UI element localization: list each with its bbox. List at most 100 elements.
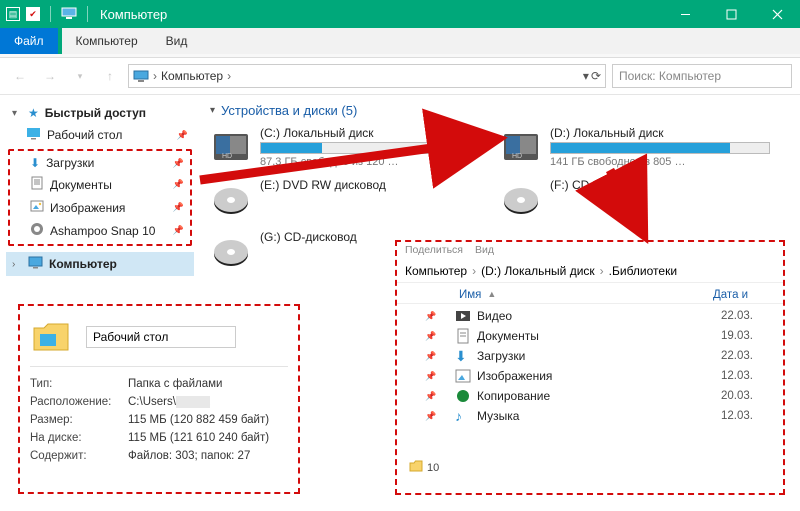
minimize-button[interactable] xyxy=(662,0,708,28)
drive-bar xyxy=(550,142,770,154)
drive-hdd-icon: HD xyxy=(210,126,252,168)
sidebar-item-computer[interactable]: › Компьютер xyxy=(6,252,194,276)
search-placeholder: Поиск: Компьютер xyxy=(619,69,721,83)
drive-title: (D:) Локальный диск xyxy=(550,126,770,140)
folder-icon xyxy=(30,316,72,358)
sidebar-item-desktop[interactable]: Рабочий стол 📌 xyxy=(6,123,194,147)
image-icon xyxy=(30,199,44,216)
prop-type-label: Тип: xyxy=(30,378,120,390)
drive-f[interactable]: (F:) CD-дисковод xyxy=(500,178,770,220)
sidebar-item-pictures[interactable]: Изображения 📌 xyxy=(10,196,190,219)
breadcrumb[interactable]: › Компьютер › ▾⟳ xyxy=(128,64,606,88)
properties-panel: Тип:Папка с файлами Расположение:C:\User… xyxy=(18,304,300,494)
nav-forward-button[interactable]: → xyxy=(38,64,62,88)
pin-icon: 📌 xyxy=(177,130,188,141)
drive-subtitle: 87,3 ГБ свободно из 120 … xyxy=(260,156,480,168)
pin-icon: 📌 xyxy=(425,331,437,342)
library-breadcrumb[interactable]: Компьютер› (D:) Локальный диск› .Библиот… xyxy=(397,260,783,283)
ribbon-tab-view[interactable]: Вид xyxy=(152,28,202,54)
drive-cd-icon xyxy=(210,230,252,272)
library-row[interactable]: 📌♪Музыка12.03. xyxy=(425,406,775,426)
breadcrumb-item[interactable]: Компьютер xyxy=(161,69,223,83)
star-icon: ★ xyxy=(28,106,39,120)
sidebar-item-documents[interactable]: Документы 📌 xyxy=(10,173,190,196)
column-date[interactable]: Дата и xyxy=(713,289,775,301)
sidebar-item-ashampoo[interactable]: Ashampoo Snap 10 📌 xyxy=(10,219,190,242)
prop-contains-value: Файлов: 303; папок: 27 xyxy=(128,450,250,462)
svg-text:HD: HD xyxy=(222,153,232,160)
nav-back-button[interactable]: ← xyxy=(8,64,32,88)
library-row[interactable]: 📌Видео22.03. xyxy=(425,306,775,326)
chevron-down-icon: ▾ xyxy=(12,108,22,119)
drive-d[interactable]: HD (D:) Локальный диск 141 ГБ свободно и… xyxy=(500,126,770,168)
prop-size-value: 115 МБ (120 882 459 байт) xyxy=(128,414,269,426)
pin-icon: 📌 xyxy=(173,225,184,236)
library-column-headers[interactable]: Имя ▲ Дата и xyxy=(397,283,783,304)
computer-icon xyxy=(133,68,149,84)
library-row[interactable]: 📌⬇Загрузки22.03. xyxy=(425,346,775,366)
drive-c[interactable]: HD (C:) Локальный диск 87,3 ГБ свободно … xyxy=(210,126,480,168)
breadcrumb-item[interactable]: Компьютер xyxy=(405,264,467,278)
drive-e[interactable]: (E:) DVD RW дисковод xyxy=(210,178,480,220)
sidebar-highlight-box: ⬇ Загрузки 📌 Документы 📌 Изображения 📌 A… xyxy=(8,149,192,246)
column-name[interactable]: Имя xyxy=(459,289,481,301)
document-icon xyxy=(455,328,471,344)
library-subwindow: Поделиться Вид Компьютер› (D:) Локальный… xyxy=(395,240,785,495)
sidebar-quick-access[interactable]: ▾ ★ Быстрый доступ xyxy=(6,103,194,123)
breadcrumb-item[interactable]: (D:) Локальный диск xyxy=(481,264,595,278)
qat-check-icon[interactable]: ✔ xyxy=(26,7,40,21)
sidebar-item-downloads[interactable]: ⬇ Загрузки 📌 xyxy=(10,153,190,173)
pin-icon: 📌 xyxy=(425,311,437,322)
chevron-down-icon: ▾ xyxy=(210,105,215,116)
pin-icon: 📌 xyxy=(425,411,437,422)
library-ribbon: Поделиться Вид xyxy=(397,242,783,260)
window-title: Компьютер xyxy=(100,7,167,22)
sort-up-icon: ▲ xyxy=(487,289,496,301)
close-button[interactable] xyxy=(754,0,800,28)
qat-properties-icon[interactable]: ▤ xyxy=(6,7,20,21)
maximize-button[interactable] xyxy=(708,0,754,28)
chevron-down-icon[interactable]: ▾ xyxy=(583,69,589,83)
ribbon-file-tab[interactable]: Файл xyxy=(0,28,58,54)
pin-icon: 📌 xyxy=(425,351,437,362)
pin-icon: 📌 xyxy=(425,371,437,382)
prop-contains-label: Содержит: xyxy=(30,450,120,462)
video-icon xyxy=(455,308,471,324)
breadcrumb-item[interactable]: .Библиотеки xyxy=(609,264,677,278)
folder-small-icon xyxy=(409,460,423,475)
chevron-right-icon: › xyxy=(153,69,157,83)
drive-title: (F:) CD-дисковод xyxy=(550,178,770,192)
svg-text:HD: HD xyxy=(512,153,522,160)
drive-bar xyxy=(260,142,480,154)
prop-ondisk-value: 115 МБ (121 610 240 байт) xyxy=(128,432,269,444)
document-icon xyxy=(30,176,44,193)
ribbon-tab-computer[interactable]: Компьютер xyxy=(62,28,152,54)
library-row[interactable]: 📌Копирование20.03. xyxy=(425,386,775,406)
nav-dropdown-button[interactable]: ▾ xyxy=(68,64,92,88)
address-bar: ← → ▾ ↑ › Компьютер › ▾⟳ Поиск: Компьюте… xyxy=(0,58,800,95)
desktop-icon xyxy=(26,126,41,144)
download-icon: ⬇ xyxy=(30,156,40,170)
library-tab-share[interactable]: Поделиться xyxy=(405,244,463,258)
drive-cd-icon xyxy=(500,178,542,220)
group-header-devices[interactable]: ▾ Устройства и диски (5) xyxy=(210,101,790,126)
computer-icon xyxy=(28,255,43,273)
copy-icon xyxy=(455,388,471,404)
folder-name-input[interactable] xyxy=(86,326,236,348)
computer-icon xyxy=(61,5,77,24)
library-row[interactable]: 📌Изображения12.03. xyxy=(425,366,775,386)
library-tab-view[interactable]: Вид xyxy=(475,244,494,258)
drive-subtitle: 141 ГБ свободно из 805 … xyxy=(550,156,770,168)
image-icon xyxy=(455,368,471,384)
refresh-icon[interactable]: ⟳ xyxy=(591,69,601,83)
prop-location-label: Расположение: xyxy=(30,396,120,408)
library-rows: 📌Видео22.03. 📌Документы19.03. 📌⬇Загрузки… xyxy=(397,304,783,428)
search-input[interactable]: Поиск: Компьютер xyxy=(612,64,792,88)
prop-size-label: Размер: xyxy=(30,414,120,426)
nav-up-button[interactable]: ↑ xyxy=(98,64,122,88)
library-row[interactable]: 📌Документы19.03. xyxy=(425,326,775,346)
pin-icon: 📌 xyxy=(173,158,184,169)
pin-icon: 📌 xyxy=(173,179,184,190)
drive-title: (E:) DVD RW дисковод xyxy=(260,178,480,192)
drive-dvd-icon xyxy=(210,178,252,220)
